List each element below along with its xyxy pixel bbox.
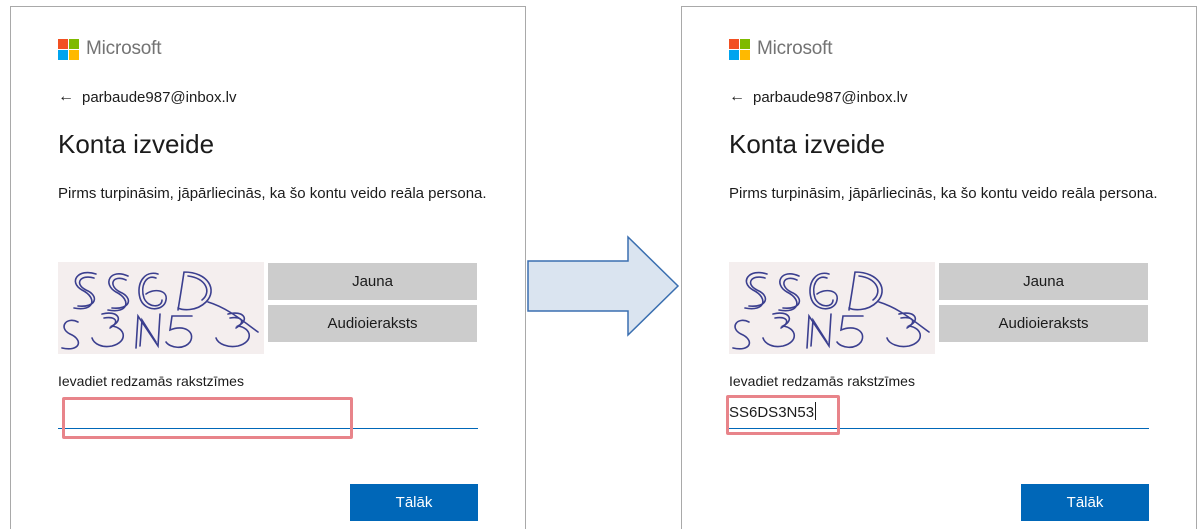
new-captcha-button[interactable]: Jauna bbox=[268, 263, 477, 300]
page-title: Konta izveide bbox=[729, 129, 886, 159]
next-button[interactable]: Tālāk bbox=[350, 484, 478, 521]
page-title: Konta izveide bbox=[58, 129, 215, 159]
captcha-image bbox=[729, 262, 935, 354]
captcha-input-label: Ievadiet redzamās rakstzīmes bbox=[58, 373, 244, 389]
identity-banner[interactable]: ← parbaude987@inbox.lv bbox=[58, 88, 237, 106]
audio-captcha-button[interactable]: Audioieraksts bbox=[268, 305, 477, 342]
audio-captcha-button[interactable]: Audioieraksts bbox=[939, 305, 1148, 342]
next-button[interactable]: Tālāk bbox=[1021, 484, 1149, 521]
page-description: Pirms turpināsim, jāpārliecinās, ka šo k… bbox=[58, 185, 487, 202]
microsoft-logo-icon bbox=[729, 38, 750, 60]
back-arrow-icon[interactable]: ← bbox=[729, 88, 745, 106]
logo-text: Microsoft bbox=[757, 38, 833, 59]
flow-arrow-icon bbox=[527, 235, 680, 337]
logo-text: Microsoft bbox=[86, 38, 162, 59]
input-highlight-box bbox=[726, 395, 840, 435]
captcha-input-label: Ievadiet redzamās rakstzīmes bbox=[729, 373, 915, 389]
microsoft-logo: Microsoft bbox=[729, 38, 832, 60]
captcha-image bbox=[58, 262, 264, 354]
identity-banner[interactable]: ← parbaude987@inbox.lv bbox=[729, 88, 908, 106]
new-captcha-button[interactable]: Jauna bbox=[939, 263, 1148, 300]
signup-panel-before: Microsoft ← parbaude987@inbox.lv Konta i… bbox=[10, 6, 526, 529]
back-arrow-icon[interactable]: ← bbox=[58, 88, 74, 106]
microsoft-logo: Microsoft bbox=[58, 38, 161, 60]
identity-email: parbaude987@inbox.lv bbox=[82, 88, 237, 106]
input-highlight-box bbox=[62, 397, 353, 439]
microsoft-logo-icon bbox=[58, 38, 79, 60]
page-description: Pirms turpināsim, jāpārliecinās, ka šo k… bbox=[729, 185, 1158, 202]
signup-panel-after: Microsoft ← parbaude987@inbox.lv Konta i… bbox=[681, 6, 1197, 529]
identity-email: parbaude987@inbox.lv bbox=[753, 88, 908, 106]
